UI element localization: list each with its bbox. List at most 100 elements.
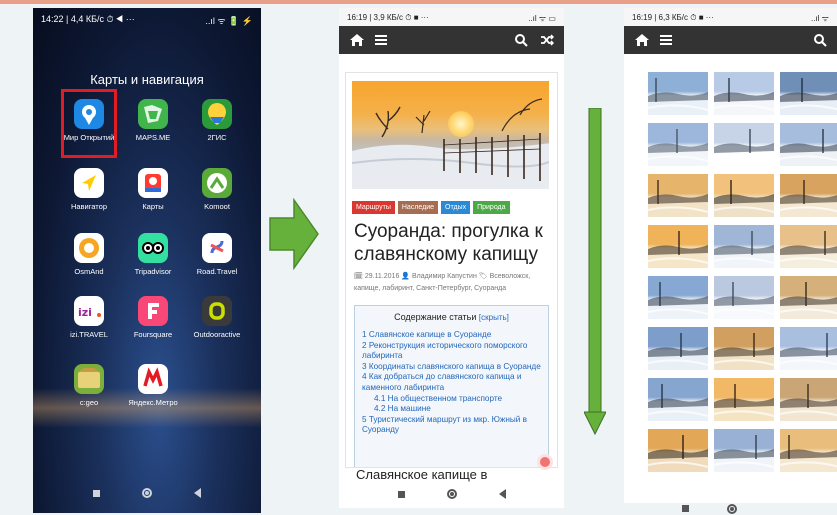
gallery-thumbnail[interactable] — [780, 123, 837, 166]
home-icon[interactable] — [349, 33, 365, 47]
gallery-thumbnail[interactable] — [714, 225, 774, 268]
app-navigator[interactable]: Навигатор — [61, 168, 117, 211]
app-2gis[interactable]: 2ГИС — [189, 99, 245, 142]
app-cgeo[interactable]: c:geo — [61, 364, 117, 407]
home-button[interactable] — [142, 487, 152, 501]
gallery-thumbnail[interactable] — [780, 276, 837, 319]
category-tag[interactable]: Природа — [473, 201, 510, 214]
search-icon[interactable] — [814, 33, 827, 47]
app-maps-me[interactable]: MAPS.ME — [125, 99, 181, 142]
status-right: ..ıl ᯤ 🔋 ⚡ — [205, 16, 253, 26]
app-outdooractive[interactable]: Outdooractive — [189, 296, 245, 339]
gallery-thumbnail[interactable] — [648, 174, 708, 217]
app-label: MAPS.ME — [135, 133, 171, 142]
gallery-thumbnail[interactable] — [780, 378, 837, 421]
gallery-thumbnail[interactable] — [648, 327, 708, 370]
selection-highlight-box — [61, 89, 117, 158]
phone-home-screen: 14:22 | 4,4 КБ/с ⏱ ◀ ··· ..ıl ᯤ 🔋 ⚡ Карт… — [33, 8, 261, 513]
toc-link[interactable]: 2 Реконструкция исторического поморского… — [362, 341, 541, 362]
toc-link[interactable]: 4.2 На машине — [362, 404, 541, 415]
komoot-icon — [202, 168, 232, 198]
gallery-thumbnail[interactable] — [780, 327, 837, 370]
gallery-thumbnail[interactable] — [714, 174, 774, 217]
home-button[interactable] — [446, 488, 457, 502]
toc-link[interactable]: 4.1 На общественном транспорте — [362, 394, 541, 405]
phone-gallery-screen: 16:19 | 6,3 КБ/с ⏱ ■ ··· ..ıl ᯤ — [624, 8, 837, 503]
toc-link[interactable]: 5 Туристический маршрут из мкр. Южный в … — [362, 415, 541, 436]
back-button[interactable] — [498, 488, 506, 502]
cgeo-icon — [74, 364, 104, 394]
gallery-thumbnail[interactable] — [648, 276, 708, 319]
toc-link[interactable]: 4 Как добраться до славянского капища и … — [362, 372, 541, 393]
maps-me-icon — [138, 99, 168, 129]
app-osmand[interactable]: OsmAnd — [61, 233, 117, 276]
status-right: ..ıl ᯤ ▭ — [528, 14, 556, 23]
article-card: Маршруты Наследие Отдых Природа Суоранда: п… — [345, 72, 558, 468]
gallery-thumbnail[interactable] — [714, 378, 774, 421]
izi-travel-icon: izi — [74, 296, 104, 326]
gallery-thumbnail[interactable] — [714, 327, 774, 370]
menu-icon[interactable] — [660, 35, 672, 45]
article-meta: 🗓 29.11.2016 👤 Владимир Капустин 🏷 Всево… — [354, 273, 531, 292]
gallery-thumbnail[interactable] — [714, 72, 774, 115]
recents-button[interactable] — [682, 504, 689, 515]
gallery-thumbnail[interactable] — [714, 123, 774, 166]
outdooractive-icon — [202, 296, 232, 326]
app-karty[interactable]: Карты — [125, 168, 181, 211]
toc-hide-link[interactable]: [скрыть] — [479, 313, 509, 322]
home-button[interactable] — [727, 504, 737, 515]
android-nav-bar — [682, 504, 737, 515]
category-tag[interactable]: Отдых — [441, 201, 471, 214]
back-button[interactable] — [194, 487, 201, 501]
status-bar: 14:22 | 4,4 КБ/с ⏱ ◀ ··· ..ıl ᯤ 🔋 ⚡ — [33, 8, 261, 32]
section-heading: Славянское капище в — [356, 467, 488, 482]
app-komoot[interactable]: Komoot — [189, 168, 245, 211]
app-road-travel[interactable]: Road.Travel — [189, 233, 245, 276]
app-izi-travel[interactable]: izi izi.TRAVEL — [61, 296, 117, 339]
gallery-thumbnail[interactable] — [648, 378, 708, 421]
gallery-thumbnail[interactable] — [780, 225, 837, 268]
android-nav-bar — [339, 482, 564, 508]
category-tag[interactable]: Наследие — [397, 201, 439, 214]
app-label: Tripadvisor — [134, 267, 172, 276]
app-foursquare[interactable]: Foursquare — [125, 296, 181, 339]
app-yandex-metro[interactable]: Яндекс.Метро — [125, 364, 181, 407]
toc-link[interactable]: 1 Славянское капище в Суоранде — [362, 330, 541, 341]
app-toolbar — [339, 26, 564, 54]
shuffle-icon[interactable] — [540, 33, 554, 46]
2gis-icon — [202, 99, 232, 129]
gallery-thumbnail[interactable] — [780, 429, 837, 472]
recents-button[interactable] — [93, 488, 100, 500]
app-label: OsmAnd — [74, 267, 104, 276]
app-label: Яндекс.Метро — [128, 398, 178, 407]
gallery-thumbnail[interactable] — [780, 72, 837, 115]
gallery-thumbnail[interactable] — [648, 429, 708, 472]
gallery-thumbnail[interactable] — [648, 123, 708, 166]
search-icon[interactable] — [515, 33, 528, 47]
toc-header: Содержание статьи [скрыть] — [362, 312, 541, 322]
arrow-down-icon — [584, 108, 606, 436]
gallery-thumbnail[interactable] — [780, 174, 837, 217]
gallery-thumbnail[interactable] — [714, 276, 774, 319]
android-nav-bar — [33, 475, 261, 513]
home-icon[interactable] — [634, 33, 650, 47]
gallery-thumbnail[interactable] — [648, 72, 708, 115]
app-label: izi.TRAVEL — [70, 330, 108, 339]
menu-icon[interactable] — [375, 35, 387, 45]
app-toolbar — [624, 26, 837, 54]
top-accent-line — [0, 0, 837, 4]
gallery-thumbnail[interactable] — [648, 225, 708, 268]
photo-gallery-grid — [648, 72, 837, 472]
app-tripadvisor[interactable]: Tripadvisor — [125, 233, 181, 276]
toc-link[interactable]: 3 Координаты славянского капища в Суоран… — [362, 362, 541, 373]
gallery-thumbnail[interactable] — [714, 429, 774, 472]
folder-title: Карты и навигация — [90, 72, 204, 87]
app-label: Outdooractive — [193, 330, 241, 339]
floating-action-button[interactable] — [537, 454, 553, 470]
app-label: Foursquare — [133, 330, 173, 339]
status-left: 16:19 | 3,9 КБ/с ⏱ ■ ··· — [347, 13, 429, 22]
yandex-metro-icon — [138, 364, 168, 394]
category-tag[interactable]: Маршруты — [352, 201, 395, 214]
recents-button[interactable] — [397, 489, 405, 501]
article-title: Суоранда: прогулка к славянскому капищу — [354, 221, 543, 265]
